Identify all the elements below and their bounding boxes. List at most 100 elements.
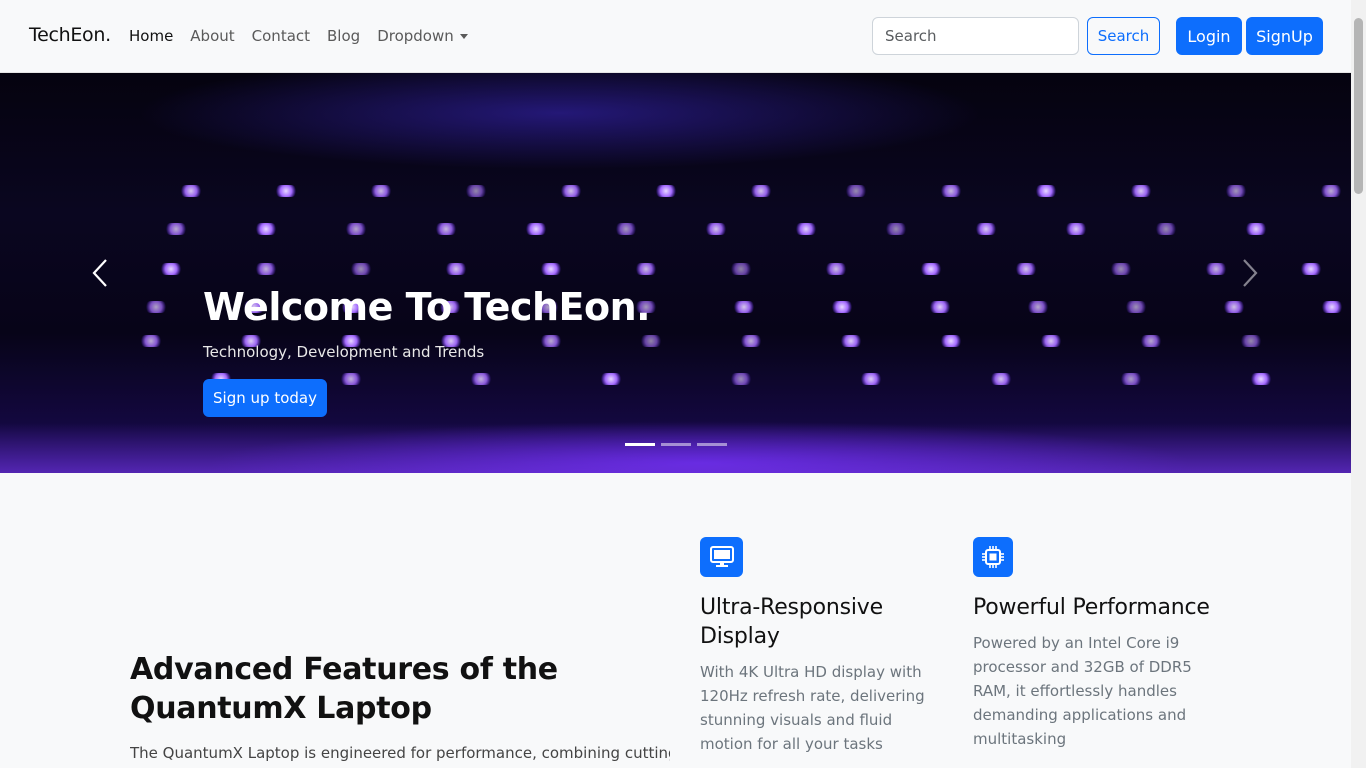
keyboard-key-glow	[340, 373, 362, 385]
keyboard-key-glow	[975, 223, 997, 235]
keyboard-key-glow	[730, 373, 752, 385]
features-heading: Advanced Features of the QuantumX Laptop	[130, 652, 558, 726]
nav-link-blog[interactable]: Blog	[327, 27, 360, 45]
caret-down-icon	[459, 34, 468, 39]
keyboard-key-glow	[740, 335, 762, 347]
keyboard-key-glow	[1250, 373, 1272, 385]
keyboard-key-glow	[350, 263, 372, 275]
chevron-left-icon	[92, 259, 107, 287]
keyboard-key-glow	[920, 263, 942, 275]
nav-dropdown-label: Dropdown	[377, 27, 454, 45]
keyboard-key-glow	[1300, 263, 1322, 275]
keyboard-key-glow	[1015, 263, 1037, 275]
keyboard-key-glow	[705, 223, 727, 235]
keyboard-key-glow	[255, 263, 277, 275]
keyboard-key-glow	[733, 301, 755, 313]
keyboard-key-glow	[540, 263, 562, 275]
keyboard-key-glow	[465, 185, 487, 197]
hero-carousel: Welcome To TechEon. Technology, Developm…	[0, 73, 1351, 473]
keyboard-key-glow	[1125, 301, 1147, 313]
brand-logo[interactable]: TechEon.	[29, 24, 111, 46]
keyboard-key-glow	[1321, 301, 1343, 313]
keyboard-key-glow	[145, 301, 167, 313]
keyboard-key-glow	[1245, 223, 1267, 235]
hero-subtitle: Technology, Development and Trends	[203, 343, 485, 361]
keyboard-key-glow	[160, 263, 182, 275]
keyboard-key-glow	[730, 263, 752, 275]
keyboard-key-glow	[940, 185, 962, 197]
keyboard-key-glow	[445, 263, 467, 275]
hero-glow	[0, 423, 1351, 473]
keyboard-key-glow	[1155, 223, 1177, 235]
search-button[interactable]: Search	[1087, 17, 1160, 55]
carousel-indicators	[625, 443, 727, 446]
page-scrollbar[interactable]	[1351, 0, 1366, 768]
keyboard-key-glow	[635, 263, 657, 275]
keyboard-key-glow	[275, 185, 297, 197]
keyboard-key-glow	[1320, 185, 1342, 197]
keyboard-key-glow	[1110, 263, 1132, 275]
nav-links: Home About Contact Blog Dropdown	[129, 27, 485, 45]
keyboard-key-glow	[435, 223, 457, 235]
keyboard-key-glow	[1225, 185, 1247, 197]
keyboard-key-glow	[655, 185, 677, 197]
keyboard-key-glow	[990, 373, 1012, 385]
keyboard-key-glow	[940, 335, 962, 347]
keyboard-key-glow	[560, 185, 582, 197]
scrollbar-thumb[interactable]	[1354, 18, 1363, 194]
keyboard-key-glow	[370, 185, 392, 197]
carousel-prev-button[interactable]	[90, 258, 112, 288]
keyboard-key-glow	[825, 263, 847, 275]
cpu-icon	[973, 537, 1013, 577]
login-button[interactable]: Login	[1176, 17, 1242, 55]
keyboard-key-glow	[165, 223, 187, 235]
carousel-indicator-3[interactable]	[697, 443, 727, 446]
keyboard-key-glow	[845, 185, 867, 197]
keyboard-key-glow	[831, 301, 853, 313]
keyboard-key-glow	[255, 223, 277, 235]
keyboard-key-glow	[885, 223, 907, 235]
feature-card-display: Ultra-Responsive Display With 4K Ultra H…	[700, 537, 940, 756]
keyboard-key-glow	[525, 223, 547, 235]
keyboard-key-glow	[929, 301, 951, 313]
keyboard-key-glow	[750, 185, 772, 197]
keyboard-key-glow	[1120, 373, 1142, 385]
search-input[interactable]	[872, 17, 1079, 55]
hero-title: Welcome To TechEon.	[203, 285, 651, 329]
keyboard-key-glow	[1040, 335, 1062, 347]
monitor-icon	[700, 537, 743, 577]
keyboard-key-glow	[1205, 263, 1227, 275]
navbar: TechEon. Home About Contact Blog Dropdow…	[0, 0, 1351, 73]
keyboard-key-glow	[345, 223, 367, 235]
keyboard-key-glow	[470, 373, 492, 385]
feature-title: Ultra-Responsive Display	[700, 595, 883, 650]
keyboard-key-glow	[615, 223, 637, 235]
keyboard-key-glow	[1240, 335, 1262, 347]
feature-description: Powered by an Intel Core i9 processor an…	[973, 634, 1192, 749]
nav-link-home[interactable]: Home	[129, 27, 173, 45]
carousel-indicator-1[interactable]	[625, 443, 655, 446]
carousel-next-button[interactable]	[1238, 258, 1260, 288]
nav-dropdown-toggle[interactable]: Dropdown	[377, 27, 468, 45]
keyboard-key-glow	[1065, 223, 1087, 235]
feature-description: With 4K Ultra HD display with 120Hz refr…	[700, 663, 925, 754]
features-intro: The QuantumX Laptop is engineered for pe…	[130, 744, 670, 762]
keyboard-key-glow	[1027, 301, 1049, 313]
keyboard-key-glow	[1130, 185, 1152, 197]
feature-title: Powerful Performance	[973, 595, 1210, 620]
signup-cta-button[interactable]: Sign up today	[203, 379, 327, 417]
keyboard-key-glow	[840, 335, 862, 347]
keyboard-key-glow	[180, 185, 202, 197]
keyboard-key-glow	[860, 373, 882, 385]
chevron-right-icon	[1243, 259, 1258, 287]
keyboard-key-glow	[140, 335, 162, 347]
carousel-indicator-2[interactable]	[661, 443, 691, 446]
keyboard-key-glow	[795, 223, 817, 235]
signup-button[interactable]: SignUp	[1246, 17, 1323, 55]
hero-caption: Welcome To TechEon. Technology, Developm…	[203, 285, 651, 361]
keyboard-key-glow	[1035, 185, 1057, 197]
nav-link-about[interactable]: About	[190, 27, 234, 45]
keyboard-key-glow	[1140, 335, 1162, 347]
feature-card-performance: Powerful Performance Powered by an Intel…	[973, 537, 1213, 751]
nav-link-contact[interactable]: Contact	[252, 27, 310, 45]
